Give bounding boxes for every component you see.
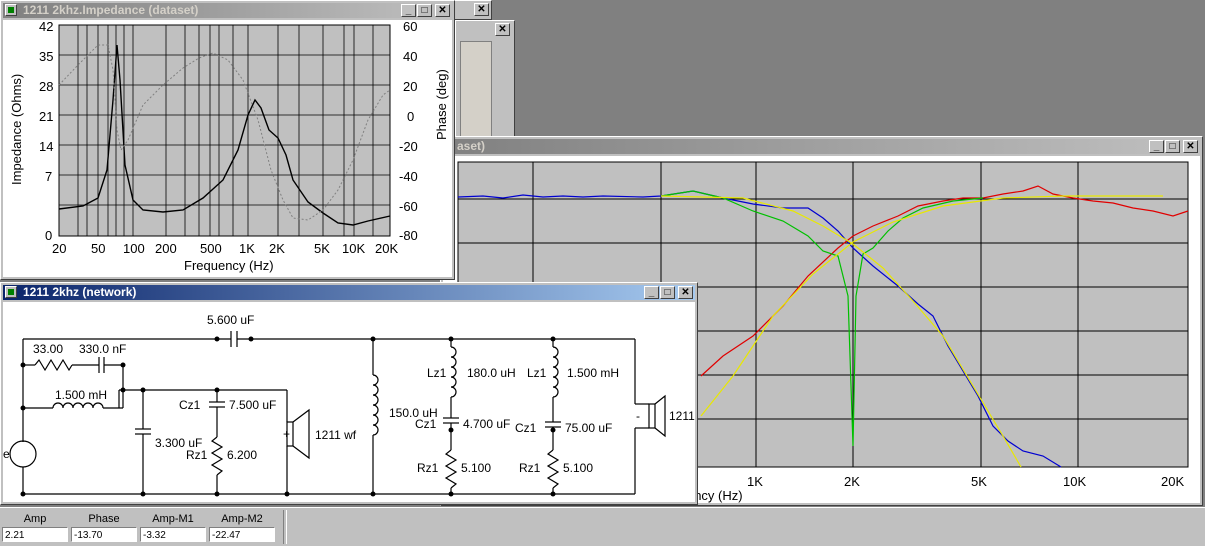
cap-series-value: 330.0 nF [79, 342, 126, 356]
background-window-1[interactable]: ✕ [452, 0, 492, 20]
impedance-tick: 14 [39, 139, 53, 154]
impedance-chart: 42 35 28 21 14 7 0 60 40 20 0 -20 -40 -6… [9, 20, 449, 273]
cz1-a-label: Cz1 [179, 398, 201, 412]
close-button[interactable]: ✕ [1183, 140, 1198, 153]
cz1-a-value: 7.500 uF [229, 398, 276, 412]
response-tick-20k: 20K [1161, 474, 1184, 489]
network-window-titlebar[interactable]: 1211 2khz (network) _ □ ✕ [3, 285, 695, 300]
impedance-window-titlebar[interactable]: 1211 2khz.Impedance (dataset) _ □ ✕ [3, 3, 452, 18]
window-title: aset) [457, 139, 486, 153]
phase-tick: -20 [399, 139, 418, 154]
rz1-a-value: 6.200 [227, 448, 257, 462]
phase-tick: 40 [403, 49, 417, 64]
tweeter-minus-sign: - [636, 409, 640, 423]
freq-tick: 1K [239, 241, 255, 256]
rz1-b-value: 5.100 [461, 461, 491, 475]
maximize-button[interactable]: □ [417, 4, 432, 17]
inductor-series-value: 1.500 mH [55, 388, 107, 402]
freq-tick: 5K [314, 241, 330, 256]
close-button[interactable]: ✕ [495, 23, 510, 36]
freq-tick: 10K [342, 241, 365, 256]
response-tick-10k: 10K [1063, 474, 1086, 489]
minimize-button[interactable]: _ [1149, 140, 1164, 153]
maximize-button[interactable]: □ [1165, 140, 1180, 153]
woofer-label: 1211 wf [315, 428, 357, 442]
cz1-b-value: 4.700 uF [463, 417, 510, 431]
lz1-c-label: Lz1 [527, 366, 547, 380]
lz1-b-label: Lz1 [427, 366, 447, 380]
lz1-b-value: 180.0 uH [467, 366, 516, 380]
cz1-c-label: Cz1 [515, 421, 537, 435]
background-window-panel [460, 41, 492, 139]
impedance-window[interactable]: 1211 2khz.Impedance (dataset) _ □ ✕ 42 3… [0, 0, 455, 280]
rz1-a-label: Rz1 [186, 448, 208, 462]
freq-tick: 200 [155, 241, 177, 256]
impedance-plot-area[interactable]: 42 35 28 21 14 7 0 60 40 20 0 -20 -40 -6… [3, 20, 452, 277]
phase-tick: -60 [399, 199, 418, 214]
status-bar: Amp 2.21 Phase -13.70 Amp-M1 -3.32 Amp-M… [0, 507, 1205, 546]
impedance-tick: 28 [39, 79, 53, 94]
cz1-c-value: 75.00 uF [565, 421, 612, 435]
status-label-amp-m1: Amp-M1 [152, 513, 194, 525]
response-tick-5k: 5K [971, 474, 987, 489]
status-divider [283, 510, 287, 544]
lz1-c-value: 1.500 mH [567, 366, 619, 380]
phase-tick: 20 [403, 79, 417, 94]
impedance-tick: 35 [39, 49, 53, 64]
phase-tick: -80 [399, 228, 418, 243]
window-icon[interactable] [5, 286, 17, 298]
close-button[interactable]: ✕ [474, 3, 489, 16]
freq-tick: 50 [91, 241, 105, 256]
response-window-titlebar[interactable]: aset) _ □ ✕ [443, 139, 1200, 154]
cz1-b-label: Cz1 [415, 417, 437, 431]
response-tick-1k: 1K [747, 474, 763, 489]
phase-tick: 60 [403, 20, 417, 34]
woofer-plus-sign: + [283, 427, 290, 441]
status-label-amp: Amp [23, 513, 47, 525]
rz1-c-label: Rz1 [519, 461, 541, 475]
phase-tick: 0 [407, 109, 414, 124]
minimize-button[interactable]: _ [644, 286, 659, 299]
phase-y-axis-label: Phase (deg) [434, 69, 449, 140]
freq-tick: 20 [52, 241, 66, 256]
background-window-2[interactable]: ✕ [455, 20, 515, 140]
resistor-series-value: 33.00 [33, 342, 63, 356]
cap-c-top-value: 5.600 uF [207, 313, 254, 327]
phase-tick: -40 [399, 169, 418, 184]
tweeter-label: 1211 [669, 409, 695, 423]
freq-tick: 100 [123, 241, 145, 256]
window-icon[interactable] [5, 4, 17, 16]
impedance-tick: 21 [39, 109, 53, 124]
window-title: 1211 2khz.Impedance (dataset) [23, 3, 199, 17]
status-value-phase[interactable]: -13.70 [71, 527, 137, 542]
rz1-c-value: 5.100 [563, 461, 593, 475]
impedance-plot-bg [58, 24, 391, 237]
freq-tick: 20K [375, 241, 398, 256]
response-tick-2k: 2K [844, 474, 860, 489]
impedance-x-axis-label: Frequency (Hz) [184, 258, 274, 273]
network-window[interactable]: 1211 2khz (network) _ □ ✕ 5.600 uF 33.00… [0, 282, 698, 505]
status-value-amp[interactable]: 2.21 [2, 527, 68, 542]
status-label-amp-m2: Amp-M2 [221, 513, 263, 525]
impedance-tick: 7 [45, 169, 52, 184]
close-button[interactable]: ✕ [678, 286, 693, 299]
source-label: e [3, 447, 10, 461]
minimize-button[interactable]: _ [401, 4, 416, 17]
status-value-amp-m1[interactable]: -3.32 [140, 527, 206, 542]
freq-tick: 500 [200, 241, 222, 256]
maximize-button[interactable]: □ [660, 286, 675, 299]
impedance-tick: 42 [39, 20, 53, 34]
status-label-phase: Phase [88, 513, 120, 525]
status-value-amp-m2[interactable]: -22.47 [209, 527, 275, 542]
window-title: 1211 2khz (network) [23, 285, 137, 299]
schematic-area[interactable]: 5.600 uF 33.00 330.0 nF 1.500 mH 3.300 u… [3, 302, 695, 502]
rz1-b-label: Rz1 [417, 461, 439, 475]
network-schematic: 5.600 uF 33.00 330.0 nF 1.500 mH 3.300 u… [3, 313, 695, 497]
impedance-y-axis-label: Impedance (Ohms) [9, 74, 24, 185]
freq-tick: 2K [269, 241, 285, 256]
close-button[interactable]: ✕ [435, 4, 450, 17]
